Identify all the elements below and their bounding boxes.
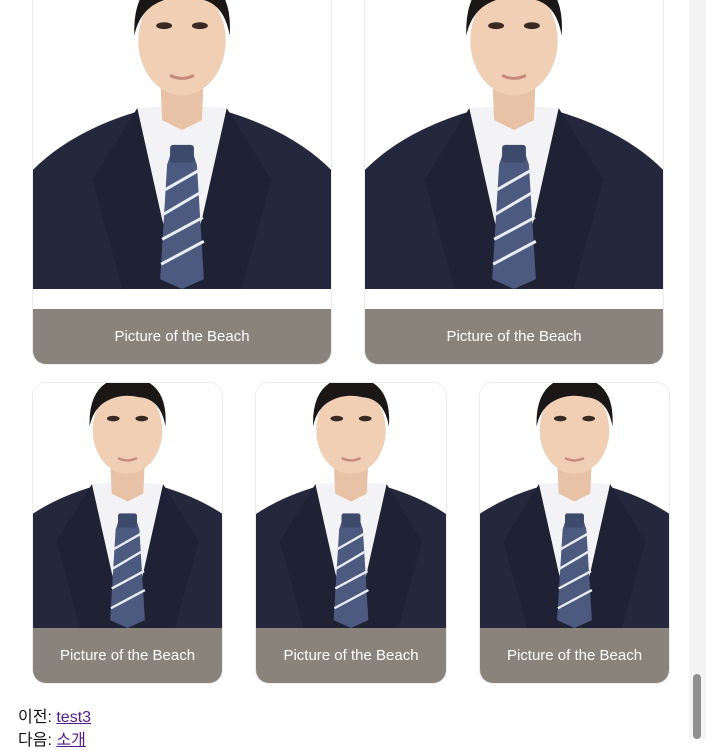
gallery-card[interactable]: Picture of the Beach [479, 382, 670, 684]
next-post-label: 다음: [18, 732, 52, 749]
gallery-card[interactable]: Picture of the Beach [32, 0, 332, 365]
gallery-card[interactable]: Picture of the Beach [255, 382, 447, 684]
prev-post-link[interactable]: test3 [56, 709, 91, 726]
portrait-image [256, 383, 446, 630]
next-post-nav: 다음: 소개 [18, 726, 86, 750]
card-caption: Picture of the Beach [256, 628, 446, 683]
portrait-image [33, 0, 331, 291]
next-post-link[interactable]: 소개 [56, 732, 85, 749]
prev-post-nav: 이전: test3 [18, 703, 91, 727]
portrait-image [33, 383, 222, 630]
portrait-image [365, 0, 663, 291]
vertical-scrollbar[interactable] [689, 0, 706, 739]
card-caption: Picture of the Beach [33, 309, 331, 364]
prev-post-label: 이전: [18, 709, 52, 726]
card-caption: Picture of the Beach [480, 628, 669, 683]
scrollbar-thumb[interactable] [693, 674, 701, 739]
card-caption: Picture of the Beach [33, 628, 222, 683]
gallery-card[interactable]: Picture of the Beach [364, 0, 664, 365]
portrait-image [480, 383, 669, 630]
card-caption: Picture of the Beach [365, 309, 663, 364]
gallery-card[interactable]: Picture of the Beach [32, 382, 223, 684]
